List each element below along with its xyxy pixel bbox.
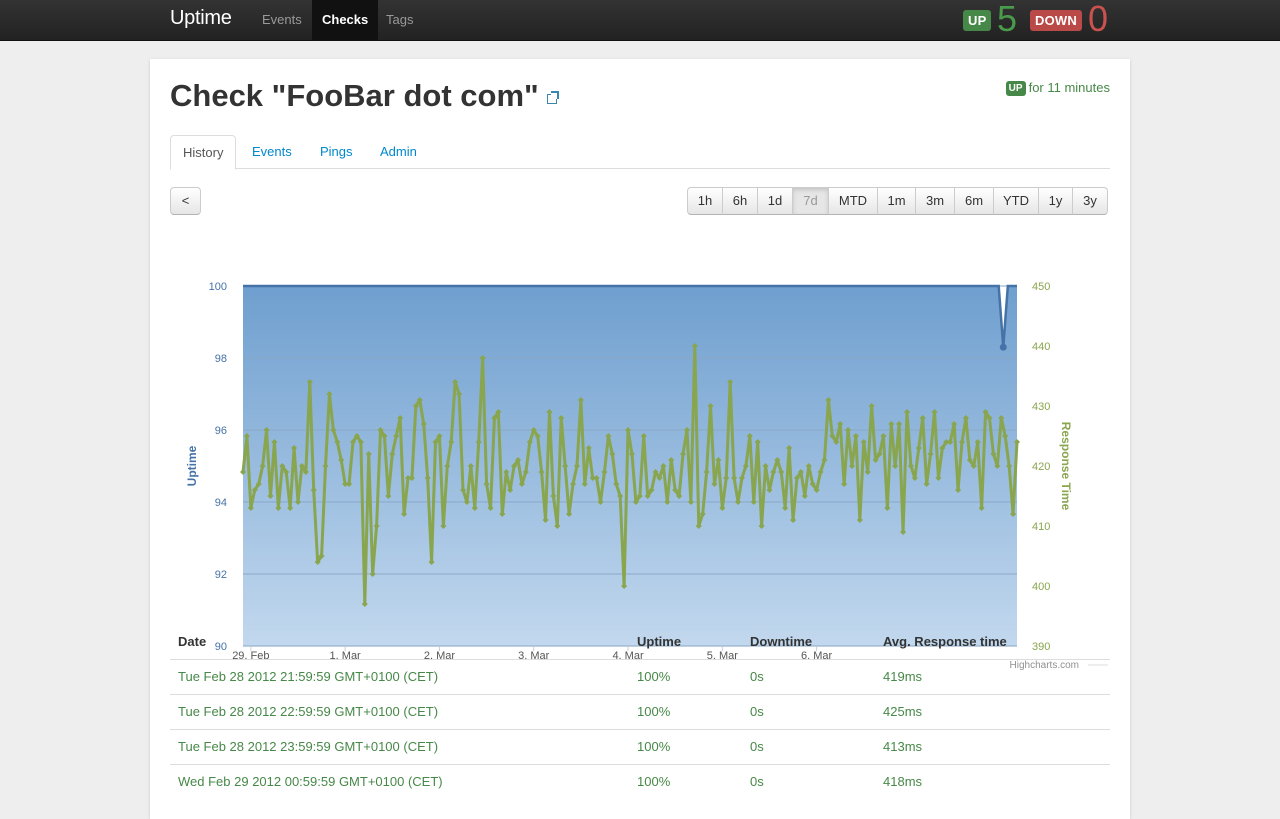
history-chart: 90 92 94 96 98 100 390 400 410 420 430 440 450 Uptime… [170, 219, 1110, 677]
up-count: 5 [997, 0, 1018, 39]
external-link-icon[interactable] [546, 91, 559, 104]
status-text: for 11 minutes [1028, 80, 1110, 95]
check-tabs: History Events Pings Admin [170, 135, 1110, 170]
range-1d-button[interactable]: 1d [758, 187, 793, 215]
tab-events[interactable]: Events [240, 135, 304, 169]
table-header: Date Uptime Downtime Avg. Response time [170, 625, 1110, 659]
row-date: Tue Feb 28 2012 23:59:59 GMT+0100 (CET) [178, 739, 439, 754]
top-navbar: Uptime Events Checks Tags UP 5 DOWN 0 [0, 0, 1280, 41]
nav-events[interactable]: Events [252, 0, 312, 41]
row-downtime: 0s [750, 669, 764, 684]
range-1m-button[interactable]: 1m [878, 187, 916, 215]
row-avg-response: 418ms [883, 774, 923, 789]
header-date: Date [178, 634, 207, 649]
range-3m-button[interactable]: 3m [916, 187, 955, 215]
y-left-tick-label: 98 [215, 353, 227, 365]
tab-pings[interactable]: Pings [308, 135, 365, 169]
row-uptime: 100% [637, 669, 671, 684]
row-date: Tue Feb 28 2012 21:59:59 GMT+0100 (CET) [178, 669, 439, 684]
row-avg-response: 419ms [883, 669, 923, 684]
row-downtime: 0s [750, 704, 764, 719]
check-status: UP for 11 minutes [1005, 80, 1110, 96]
status-badge: UP [1005, 81, 1026, 96]
y-right-tick-label: 400 [1032, 581, 1050, 593]
row-uptime: 100% [637, 704, 671, 719]
row-downtime: 0s [750, 739, 764, 754]
row-downtime: 0s [750, 774, 764, 789]
y-right-tick-label: 410 [1032, 521, 1050, 533]
y-left-tick-label: 100 [209, 281, 227, 293]
row-uptime: 100% [637, 774, 671, 789]
y-right-tick-label: 420 [1032, 461, 1050, 473]
row-avg-response: 413ms [883, 739, 923, 754]
nav-tags[interactable]: Tags [376, 0, 423, 41]
header-uptime: Uptime [637, 634, 682, 649]
down-badge: DOWN [1030, 10, 1082, 31]
history-chart-svg: 9092949698100390400410420430440450Uptime… [185, 281, 1108, 671]
row-date: Wed Feb 29 2012 00:59:59 GMT+0100 (CET) [178, 774, 443, 789]
y-right-tick-label: 430 [1032, 401, 1050, 413]
header-downtime: Downtime [750, 634, 813, 649]
range-6h-button[interactable]: 6h [723, 187, 758, 215]
y-left-tick-label: 94 [215, 497, 227, 509]
brand-logo[interactable]: Uptime [170, 7, 232, 30]
row-avg-response: 425ms [883, 704, 923, 719]
y-right-tick-label: 440 [1032, 341, 1050, 353]
page-title: Check "FooBar dot com" [170, 78, 539, 113]
y-left-tick-label: 92 [215, 569, 227, 581]
tab-history[interactable]: History [170, 135, 237, 170]
up-badge: UP [963, 10, 992, 31]
row-date: Tue Feb 28 2012 22:59:59 GMT+0100 (CET) [178, 704, 439, 719]
uptime-point [999, 343, 1007, 351]
table-row: Tue Feb 28 2012 21:59:59 GMT+0100 (CET) … [170, 659, 1110, 694]
range-3y-button[interactable]: 3y [1073, 187, 1108, 215]
tab-admin[interactable]: Admin [368, 135, 429, 169]
range-1h-button[interactable]: 1h [687, 187, 723, 215]
range-1y-button[interactable]: 1y [1039, 187, 1073, 215]
table-row: Tue Feb 28 2012 22:59:59 GMT+0100 (CET) … [170, 694, 1110, 729]
down-count: 0 [1088, 0, 1109, 39]
range-ytd-button[interactable]: YTD [994, 187, 1039, 215]
y-left-axis-title: Uptime [185, 445, 199, 486]
y-right-tick-label: 450 [1032, 281, 1050, 293]
back-button[interactable]: < [170, 187, 201, 215]
range-6m-button[interactable]: 6m [955, 187, 994, 215]
main-container: Check "FooBar dot com" UP for 11 minutes … [150, 59, 1130, 819]
y-left-tick-label: 96 [215, 425, 227, 437]
history-table: Date Uptime Downtime Avg. Response time … [170, 625, 1110, 799]
row-uptime: 100% [637, 739, 671, 754]
table-row: Wed Feb 29 2012 00:59:59 GMT+0100 (CET) … [170, 764, 1110, 799]
range-7d-button[interactable]: 7d [793, 187, 829, 215]
header-avg-response: Avg. Response time [883, 634, 1007, 649]
nav-checks[interactable]: Checks [312, 0, 379, 41]
table-row: Tue Feb 28 2012 23:59:59 GMT+0100 (CET) … [170, 729, 1110, 764]
y-right-axis-title: Response Time [1059, 422, 1073, 511]
page-title-wrap: Check "FooBar dot com" [170, 78, 559, 114]
range-mtd-button[interactable]: MTD [829, 187, 878, 215]
